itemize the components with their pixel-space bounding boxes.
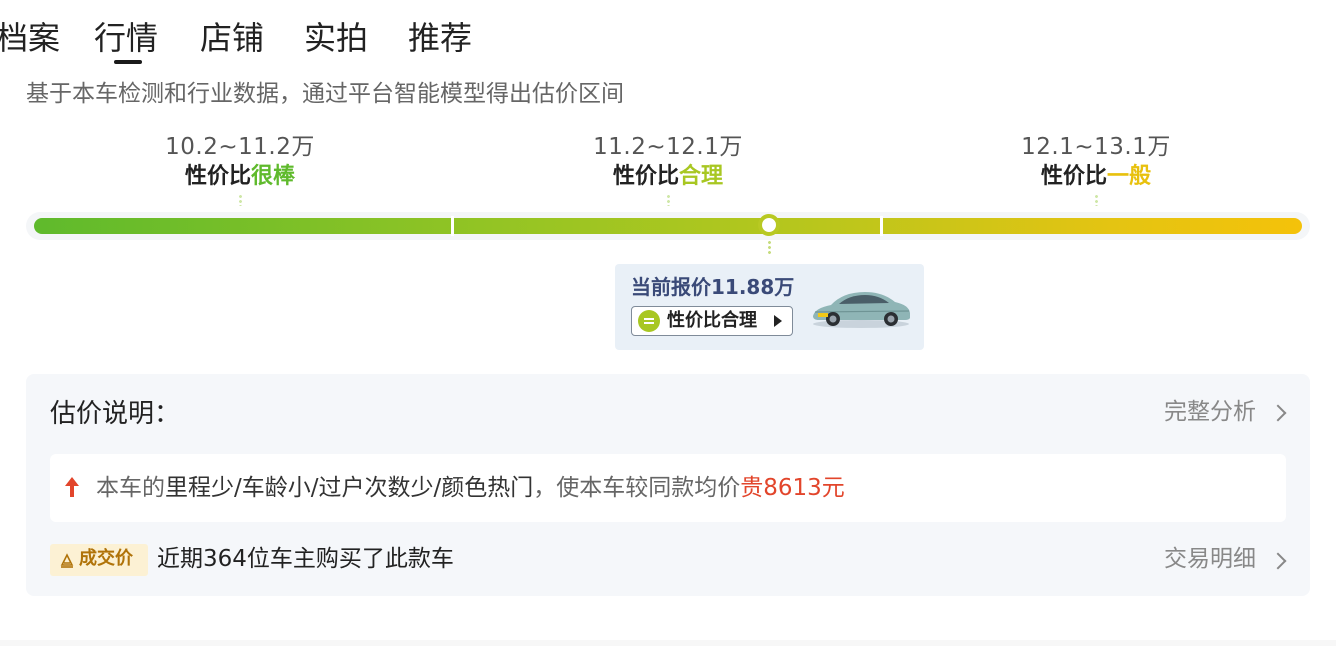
transaction-details-link[interactable]: 交易明细 [1164, 542, 1256, 576]
range-label: 性价比一般 [1040, 164, 1152, 189]
current-price-card[interactable]: 当前报价11.88万 性价比合理 [615, 264, 924, 350]
current-price-marker [758, 214, 780, 236]
deal-tag-icon [60, 553, 74, 568]
estimate-title: 估价说明： [50, 399, 181, 429]
range-value: 12.1~13.1万 [1021, 134, 1171, 160]
range-label: 性价比很棒 [184, 164, 296, 189]
tab-market[interactable]: 行情 [94, 14, 158, 62]
marker-pointer [768, 240, 771, 254]
bar-separator [880, 216, 883, 236]
full-analysis-link[interactable]: 完整分析 [1164, 396, 1256, 428]
valuation-description: 基于本车检测和行业数据，通过平台智能模型得出估价区间 [26, 81, 624, 107]
price-gradient-bar [34, 218, 1302, 234]
arrow-up-icon [65, 477, 79, 497]
range-pointer [1094, 194, 1098, 206]
range-value: 11.2~12.1万 [593, 134, 743, 160]
active-tab-indicator [114, 60, 142, 64]
badge-label: 性价比合理 [667, 310, 757, 331]
range-pointer [238, 194, 242, 206]
deal-price-tag: 成交价 [50, 544, 148, 576]
price-range-average: 12.1~13.1万 性价比一般 [966, 132, 1226, 206]
recent-buyers-text: 近期364位车主购买了此款车 [157, 546, 454, 572]
tab-store[interactable]: 店铺 [200, 14, 264, 62]
range-value: 10.2~11.2万 [165, 134, 315, 160]
tab-archive[interactable]: 档案 [0, 14, 60, 62]
play-arrow-icon [774, 315, 782, 327]
tab-bar: 档案 行情 店铺 实拍 推荐 [0, 0, 1336, 70]
price-range-fair: 11.2~12.1万 性价比合理 [538, 132, 798, 206]
range-pointer [666, 194, 670, 206]
value-rating-badge[interactable]: 性价比合理 [631, 306, 793, 336]
reason-text: 本车的里程少/车龄小/过户次数少/颜色热门，使本车较同款均价贵8613元 [96, 475, 845, 501]
estimate-reason-card: 本车的里程少/车龄小/过户次数少/颜色热门，使本车较同款均价贵8613元 [50, 454, 1286, 522]
chevron-right-icon[interactable] [1269, 404, 1287, 422]
tab-photos[interactable]: 实拍 [304, 14, 368, 62]
current-price-text: 当前报价11.88万 [631, 275, 795, 299]
equals-circle-icon [638, 310, 660, 332]
range-label: 性价比合理 [612, 164, 724, 189]
bar-separator [451, 216, 454, 236]
tab-recommend[interactable]: 推荐 [408, 14, 472, 62]
deal-tag-label: 成交价 [79, 548, 133, 569]
price-range-great: 10.2~11.2万 性价比很棒 [110, 132, 370, 206]
chevron-right-icon[interactable] [1269, 552, 1287, 570]
estimate-panel: 估价说明： 完整分析 本车的里程少/车龄小/过户次数少/颜色热门，使本车较同款均… [26, 374, 1310, 596]
car-thumbnail [813, 292, 910, 328]
page-bottom-divider [0, 640, 1336, 646]
